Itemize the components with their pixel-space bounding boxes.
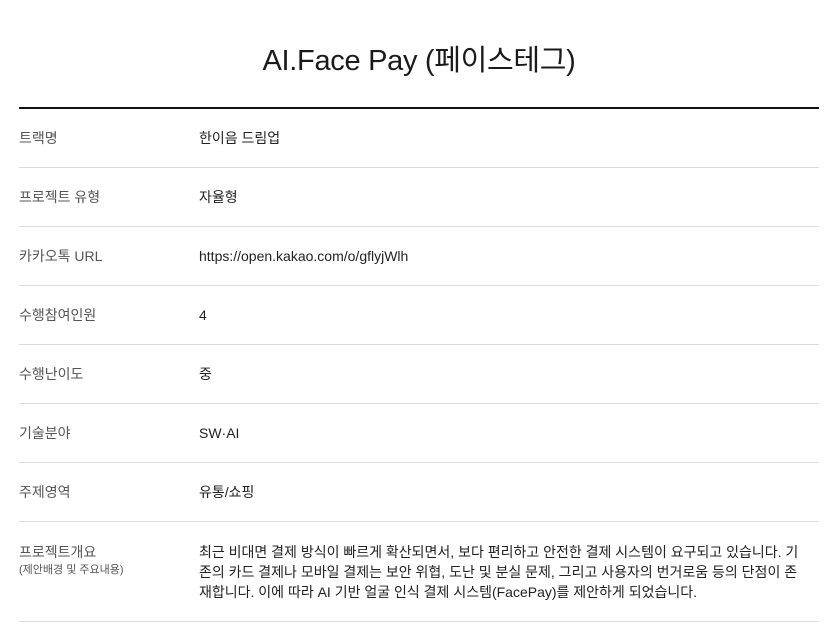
row-track: 트랙명 한이음 드림업 [19,109,819,168]
row-overview: 프로젝트개요 (제안배경 및 주요내용) 최근 비대면 결제 방식이 빠르게 확… [19,522,819,622]
row-tech-field: 기술분야 SW·AI [19,404,819,463]
topic-area-label: 주제영역 [19,484,71,500]
difficulty-value: 중 [199,366,212,382]
overview-sublabel: (제안배경 및 주요내용) [19,564,124,576]
row-kakaotalk-url: 카카오톡 URL https://open.kakao.com/o/gflyjW… [19,227,819,286]
overview-label: 프로젝트개요 [19,544,97,560]
kakaotalk-url-label: 카카오톡 URL [19,248,103,264]
project-type-value: 자율형 [199,189,238,205]
overview-label-group: 프로젝트개요 (제안배경 및 주요내용) [19,522,199,578]
project-detail-page: AI.Face Pay (페이스테그) 트랙명 한이음 드림업 프로젝트 유형 … [0,0,838,634]
row-difficulty: 수행난이도 중 [19,345,819,404]
row-participants: 수행참여인원 4 [19,286,819,345]
participants-label: 수행참여인원 [19,307,97,323]
row-topic-area: 주제영역 유통/쇼핑 [19,463,819,522]
overview-value: 최근 비대면 결제 방식이 빠르게 확산되면서, 보다 편리하고 안전한 결제 … [199,544,799,600]
kakaotalk-url-link[interactable]: https://open.kakao.com/o/gflyjWlh [199,248,819,264]
topic-area-value: 유통/쇼핑 [199,484,255,500]
tech-field-label: 기술분야 [19,425,71,441]
track-label: 트랙명 [19,130,58,146]
project-type-label: 프로젝트 유형 [19,189,101,205]
difficulty-label: 수행난이도 [19,366,84,382]
participants-value: 4 [199,307,207,323]
tech-field-value: SW·AI [199,425,240,441]
project-info-table: 트랙명 한이음 드림업 프로젝트 유형 자율형 카카오톡 URL https:/… [19,107,819,622]
track-value: 한이음 드림업 [199,130,281,146]
row-project-type: 프로젝트 유형 자율형 [19,168,819,227]
page-title: AI.Face Pay (페이스테그) [262,45,576,78]
